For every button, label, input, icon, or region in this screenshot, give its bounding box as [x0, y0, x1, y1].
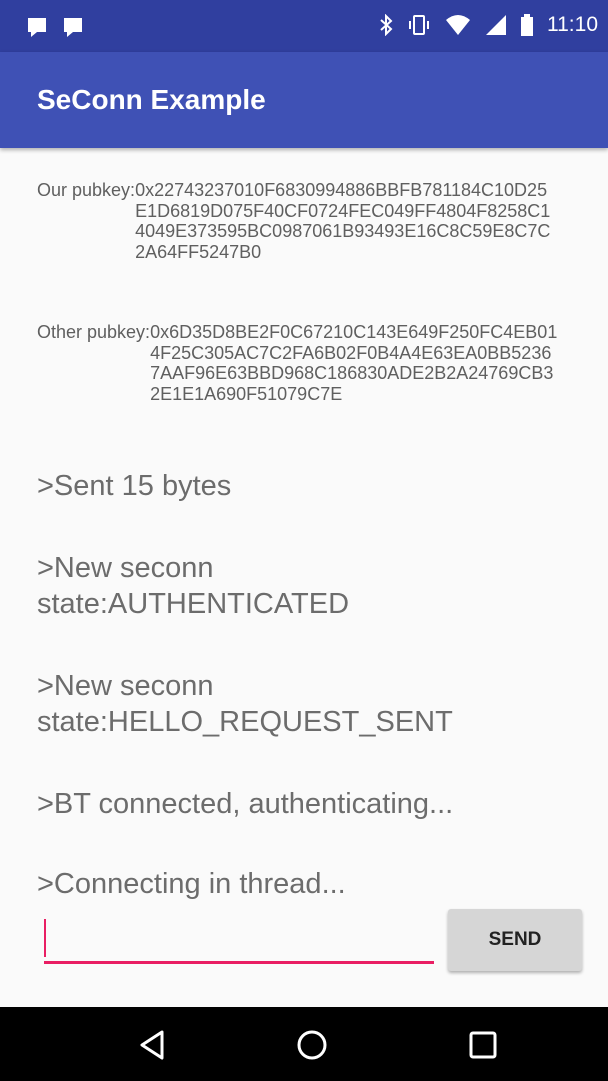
status-icons: 11:10 — [379, 13, 598, 37]
other-pubkey-row: Other pubkey: 0x6D35D8BE2F0C67210C143E64… — [37, 322, 558, 404]
signal-icon — [486, 15, 506, 35]
home-icon[interactable] — [295, 1028, 329, 1062]
status-time: 11:10 — [547, 13, 598, 36]
send-button-label: SEND — [488, 929, 542, 950]
other-pubkey-value: 0x6D35D8BE2F0C67210C143E649F250FC4EB014F… — [150, 322, 558, 404]
log-entry: >Connecting in thread... — [37, 868, 346, 900]
status-bar: 11:10 — [0, 0, 608, 52]
our-pubkey-row: Our pubkey: 0x22743237010F6830994886BBFB… — [37, 180, 557, 262]
navigation-bar — [0, 1007, 608, 1081]
bluetooth-icon — [380, 14, 393, 36]
notification-icon — [28, 18, 46, 37]
log-entry: >Sent 15 bytes — [37, 470, 232, 502]
battery-icon — [521, 14, 533, 36]
app-bar: SeConn Example — [0, 52, 608, 148]
our-pubkey-label: Our pubkey: — [37, 180, 136, 200]
vibrate-icon — [409, 15, 429, 35]
wifi-icon — [446, 15, 470, 35]
app-title: SeConn Example — [37, 84, 266, 115]
our-pubkey-value: 0x22743237010F6830994886BBFB781184C10D25… — [135, 180, 551, 262]
log-entry: >New seconn state:AUTHENTICATED — [37, 552, 350, 620]
other-pubkey-label: Other pubkey: — [37, 322, 151, 342]
send-button[interactable]: SEND — [448, 909, 582, 971]
message-input[interactable] — [44, 913, 434, 964]
back-icon[interactable] — [136, 1028, 170, 1062]
log-entry: >BT connected, authenticating... — [37, 788, 454, 820]
text-cursor — [44, 919, 46, 957]
notification-icon — [64, 18, 82, 37]
notification-icons — [28, 18, 82, 37]
log-entry: >New seconn state:HELLO_REQUEST_SENT — [37, 670, 453, 738]
recents-icon[interactable] — [466, 1028, 500, 1062]
